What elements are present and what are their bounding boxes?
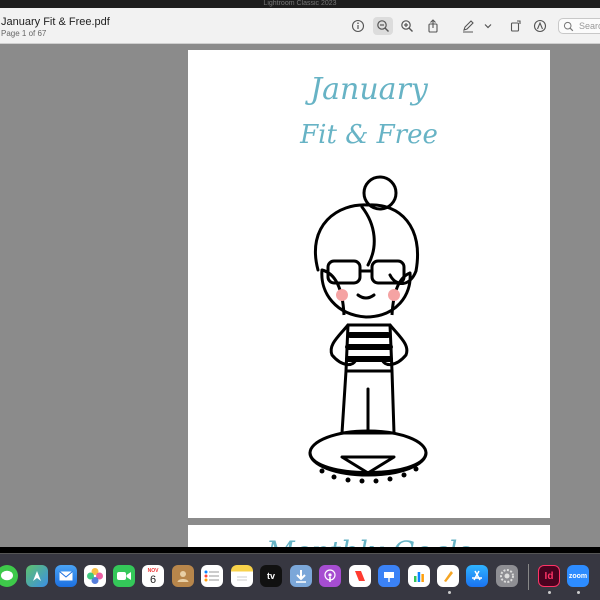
annotate-button[interactable]: [530, 17, 550, 35]
zoom-running-indicator: [577, 591, 580, 594]
downloads-icon[interactable]: [290, 565, 312, 587]
rotate-icon: [510, 20, 521, 32]
zoom-icon[interactable]: zoom: [567, 565, 589, 587]
facetime-icon[interactable]: [113, 565, 135, 587]
photos-icon[interactable]: [84, 565, 106, 587]
rotate-button[interactable]: [506, 17, 526, 35]
notes-icon[interactable]: [231, 565, 253, 587]
dock: NOV 6 tv Id zoom: [0, 553, 600, 600]
calendar-day: 6: [149, 573, 157, 586]
document-canvas[interactable]: January Fit & Free: [0, 44, 600, 547]
keynote-icon[interactable]: [378, 565, 400, 587]
share-button[interactable]: [423, 17, 443, 35]
markup-button[interactable]: [458, 17, 478, 35]
annotate-icon: [533, 19, 547, 33]
share-icon: [428, 19, 438, 33]
apple-tv-label: tv: [266, 571, 275, 581]
app-store-icon[interactable]: [466, 565, 488, 587]
search-input[interactable]: [579, 19, 600, 33]
pages-running-indicator: [448, 591, 451, 594]
pdf-page-1: January Fit & Free: [188, 50, 550, 518]
indesign-running-indicator: [548, 591, 551, 594]
calendar-icon[interactable]: NOV 6: [142, 565, 164, 587]
indesign-icon[interactable]: Id: [538, 565, 560, 587]
chevron-down-icon: [484, 24, 492, 29]
zoom-in-icon: [401, 20, 413, 32]
zoom-out-icon: [377, 20, 389, 32]
zoom-in-button[interactable]: [397, 17, 417, 35]
indesign-label: Id: [544, 570, 554, 582]
page-heading-subtitle: Fit & Free: [300, 120, 438, 150]
menu-bar-title: Lightroom Classic 2023: [263, 0, 337, 7]
mail-icon[interactable]: [55, 565, 77, 587]
maps-icon[interactable]: [26, 565, 48, 587]
messages-icon[interactable]: [0, 565, 18, 587]
numbers-icon[interactable]: [408, 565, 430, 587]
search-field[interactable]: [558, 18, 600, 34]
reminders-icon[interactable]: [201, 565, 223, 587]
zoom-label: zoom: [568, 572, 588, 580]
markup-menu-button[interactable]: [481, 17, 495, 35]
pages-icon[interactable]: [437, 565, 459, 587]
podcasts-icon[interactable]: [319, 565, 341, 587]
info-button[interactable]: [348, 17, 368, 35]
pdf-page-2: Monthly Goals: [188, 525, 550, 547]
document-title: January Fit & Free.pdf: [1, 16, 110, 28]
news-icon[interactable]: [349, 565, 371, 587]
page-2-heading: Monthly Goals: [188, 535, 550, 547]
apple-tv-icon[interactable]: tv: [260, 565, 282, 587]
menu-bar: Lightroom Classic 2023: [0, 0, 600, 8]
preview-toolbar: January Fit & Free.pdf Page 1 of 67: [0, 8, 600, 44]
search-icon: [563, 21, 574, 32]
page-count: Page 1 of 67: [1, 29, 47, 38]
zoom-out-button[interactable]: [373, 17, 393, 35]
system-settings-icon[interactable]: [496, 565, 518, 587]
page-heading-month: January: [310, 72, 428, 107]
girl-illustration: [308, 175, 428, 484]
info-icon: [351, 19, 365, 33]
dock-separator: [528, 564, 529, 590]
contacts-icon[interactable]: [172, 565, 194, 587]
pen-icon: [463, 20, 474, 33]
